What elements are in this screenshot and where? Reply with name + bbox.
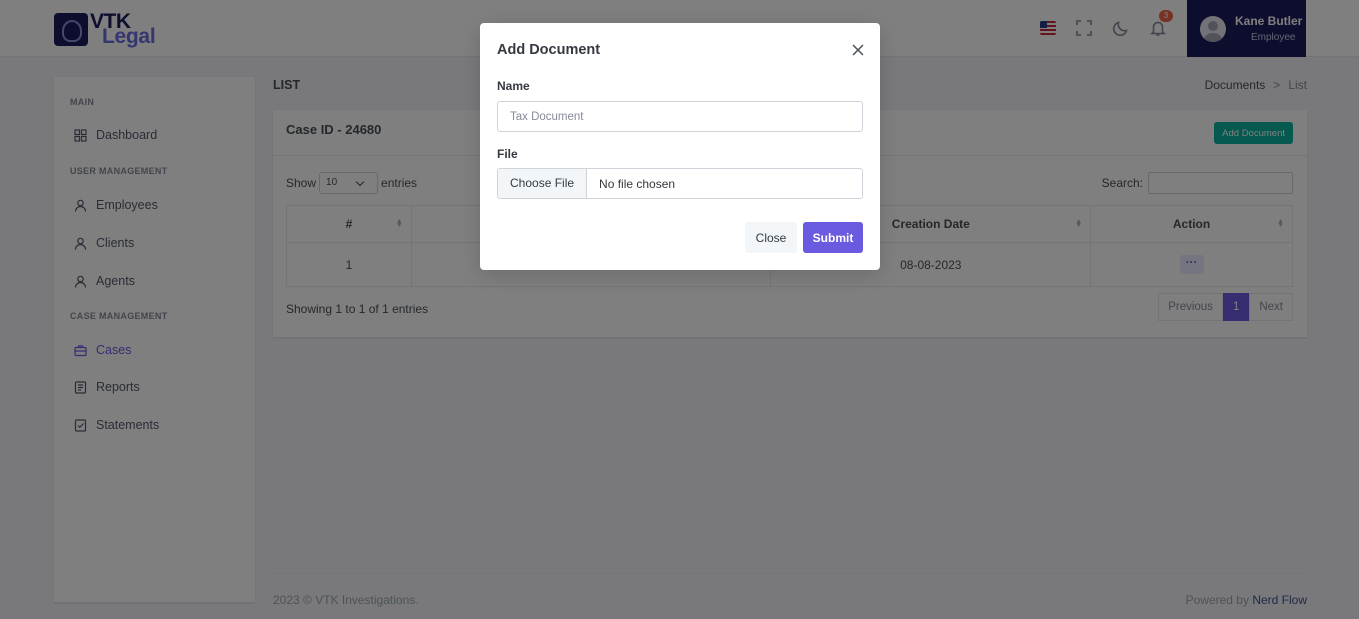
- file-status: No file chosen: [599, 176, 676, 191]
- name-label: Name: [497, 79, 530, 93]
- name-input[interactable]: [497, 101, 863, 132]
- close-icon[interactable]: [851, 43, 865, 57]
- submit-button[interactable]: Submit: [803, 222, 863, 253]
- close-button[interactable]: Close: [745, 222, 797, 253]
- choose-file-button[interactable]: Choose File: [498, 169, 588, 198]
- file-label: File: [497, 147, 518, 161]
- add-document-modal: Add Document Name File Choose File No fi…: [480, 23, 880, 270]
- file-input[interactable]: Choose File No file chosen: [497, 168, 863, 199]
- modal-title: Add Document: [497, 42, 601, 58]
